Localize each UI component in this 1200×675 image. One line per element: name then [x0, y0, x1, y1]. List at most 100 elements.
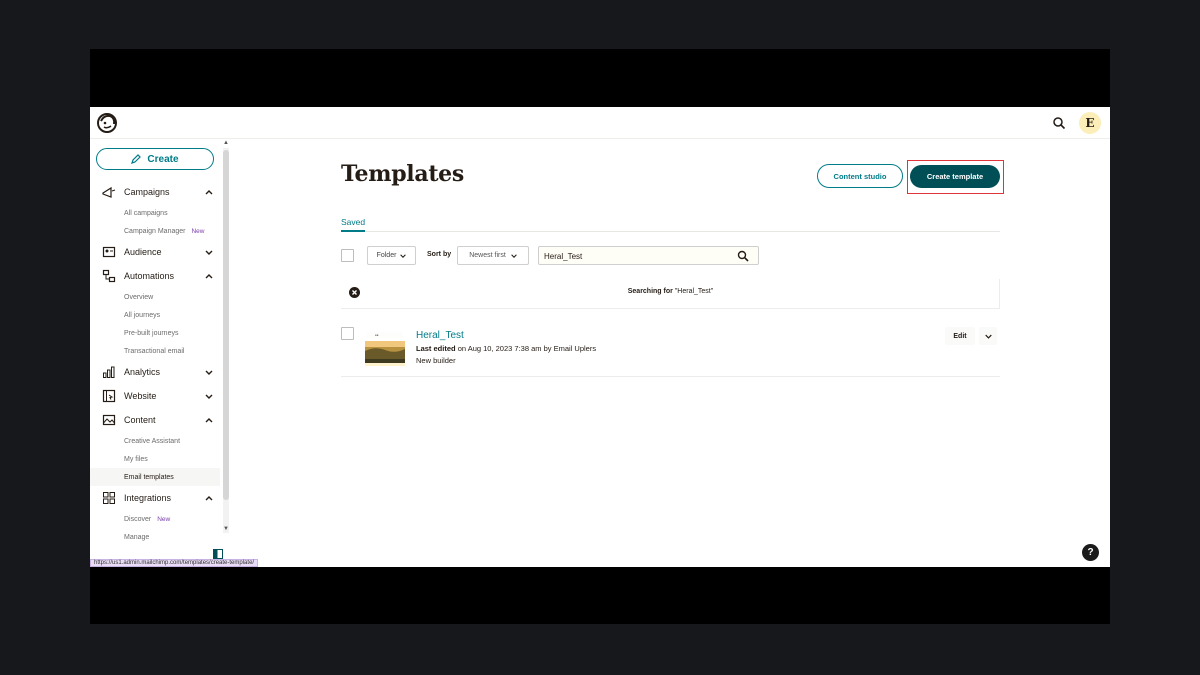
- new-badge: New: [191, 227, 205, 235]
- last-edited-detail: on Aug 10, 2023 7:38 am by Email Uplers: [457, 344, 597, 353]
- create-button[interactable]: Create: [96, 148, 214, 170]
- edit-options-dropdown[interactable]: [979, 327, 997, 345]
- sidebar-subitem-all-campaigns[interactable]: All campaigns: [90, 204, 220, 222]
- help-button[interactable]: ?: [1082, 544, 1099, 561]
- page-title: Templates: [341, 161, 464, 187]
- tab-bar: Saved: [341, 215, 1000, 232]
- sidebar-subitem-label: Manage: [124, 533, 150, 541]
- template-search-input[interactable]: [544, 250, 724, 262]
- sidebar-nav: Campaigns All campaigns Campaign Manager…: [90, 180, 220, 546]
- sidebar-item-label: Integrations: [124, 493, 172, 503]
- mailchimp-logo-icon[interactable]: [96, 112, 118, 134]
- sidebar-item-label: Content: [124, 415, 156, 425]
- sidebar-subitem-label: All journeys: [124, 311, 161, 319]
- svg-text:●●: ●●: [375, 333, 379, 337]
- sidebar-item-label: Analytics: [124, 367, 161, 377]
- new-badge: New: [157, 515, 171, 523]
- analytics-icon: [103, 366, 115, 378]
- app-window: E Create Campaigns All campaigns Campaig…: [90, 107, 1110, 567]
- sidebar-item-label: Campaigns: [124, 187, 170, 197]
- search-icon[interactable]: [737, 250, 749, 262]
- template-toolbar: Folder Sort by Newest first: [341, 246, 1001, 266]
- chevron-up-icon: [205, 496, 213, 501]
- sidebar-subitem-label: Pre-built journeys: [124, 329, 179, 337]
- sidebar-item-website[interactable]: Website: [90, 384, 220, 408]
- template-row: ●● Heral_Test Last edited on Aug 10, 202…: [341, 320, 1000, 377]
- chevron-up-icon: [205, 274, 213, 279]
- sidebar-subitem-label: Email templates: [124, 473, 174, 481]
- audience-icon: [102, 246, 116, 258]
- chevron-up-icon: [205, 190, 213, 195]
- automations-icon: [102, 269, 116, 283]
- sidebar-subitem-my-files[interactable]: My files: [90, 450, 220, 468]
- sidebar-item-campaigns[interactable]: Campaigns: [90, 180, 220, 204]
- chevron-up-icon: [205, 418, 213, 423]
- chevron-down-icon: [984, 334, 992, 339]
- megaphone-icon: [102, 186, 116, 198]
- scroll-down-arrow-icon[interactable]: ▼: [223, 526, 229, 532]
- sidebar-subitem-label: All campaigns: [124, 209, 168, 217]
- folder-label: Folder: [376, 252, 397, 259]
- sidebar-subitem-overview[interactable]: Overview: [90, 288, 220, 306]
- searching-query: "Heral_Test": [674, 288, 714, 295]
- sidebar-subitem-label: Creative Assistant: [124, 437, 181, 445]
- sidebar-subitem-label: Transactional email: [124, 347, 185, 355]
- sidebar-item-integrations[interactable]: Integrations: [90, 486, 220, 510]
- chevron-down-icon: [205, 394, 213, 399]
- chevron-down-icon: [205, 370, 213, 375]
- chevron-down-icon: [400, 253, 407, 258]
- collapse-sidebar-icon[interactable]: [213, 549, 223, 559]
- pencil-icon: [131, 154, 142, 164]
- chevron-down-icon: [205, 250, 213, 255]
- select-all-checkbox[interactable]: [341, 249, 354, 262]
- sort-value: Newest first: [469, 252, 506, 259]
- template-name-link[interactable]: Heral_Test: [416, 330, 464, 341]
- sidebar-subitem-discover[interactable]: Discover New: [90, 510, 220, 528]
- scroll-up-arrow-icon[interactable]: ▲: [223, 140, 229, 146]
- sidebar-subitem-pre-built-journeys[interactable]: Pre-built journeys: [90, 324, 220, 342]
- search-icon[interactable]: [1052, 116, 1066, 130]
- tab-saved[interactable]: Saved: [341, 215, 366, 232]
- sort-by-label: Sort by: [427, 251, 452, 258]
- sidebar: Create Campaigns All campaigns Campaign …: [90, 140, 230, 560]
- sidebar-subitem-label: My files: [124, 455, 148, 463]
- sidebar-subitem-label: Overview: [124, 293, 154, 301]
- sidebar-item-label: Website: [124, 391, 157, 401]
- avatar[interactable]: E: [1079, 112, 1101, 134]
- create-template-button[interactable]: Create template: [910, 165, 1000, 188]
- sidebar-item-content[interactable]: Content: [90, 408, 220, 432]
- folder-dropdown[interactable]: Folder: [367, 246, 416, 265]
- sidebar-subitem-label: Campaign Manager: [124, 227, 186, 235]
- sidebar-item-automations[interactable]: Automations: [90, 264, 220, 288]
- sidebar-item-audience[interactable]: Audience: [90, 240, 220, 264]
- searching-for-text: Searching for "Heral_Test": [341, 288, 1000, 295]
- sort-select[interactable]: Newest first: [457, 246, 529, 265]
- sidebar-subitem-manage[interactable]: Manage: [90, 528, 220, 546]
- sidebar-subitem-creative-assistant[interactable]: Creative Assistant: [90, 432, 220, 450]
- sidebar-item-label: Audience: [124, 247, 162, 257]
- template-row-checkbox[interactable]: [341, 327, 354, 340]
- website-icon: [102, 389, 116, 403]
- sidebar-item-label: Automations: [124, 271, 175, 281]
- search-results-notice: Searching for "Heral_Test": [341, 279, 1000, 309]
- sidebar-scrollbar-thumb[interactable]: [223, 150, 229, 500]
- last-edited-label: Last edited: [416, 344, 456, 353]
- template-builder-type: New builder: [416, 356, 456, 365]
- template-last-edited: Last edited on Aug 10, 2023 7:38 am by E…: [416, 344, 596, 353]
- top-bar: E: [90, 107, 1110, 139]
- sidebar-item-analytics[interactable]: Analytics: [90, 360, 220, 384]
- sidebar-subitem-campaign-manager[interactable]: Campaign Manager New: [90, 222, 220, 240]
- sidebar-subitem-email-templates[interactable]: Email templates: [90, 468, 220, 486]
- create-button-label: Create: [147, 153, 179, 165]
- searching-prefix: Searching for: [627, 288, 673, 295]
- sidebar-subitem-label: Discover: [124, 515, 152, 523]
- content-studio-button[interactable]: Content studio: [817, 164, 903, 188]
- content-icon: [102, 414, 116, 426]
- template-thumbnail[interactable]: ●●: [365, 331, 405, 366]
- status-bar-url: https://us1.admin.mailchimp.com/template…: [90, 559, 259, 567]
- integrations-icon: [103, 492, 115, 504]
- edit-button[interactable]: Edit: [945, 327, 975, 345]
- sidebar-subitem-all-journeys[interactable]: All journeys: [90, 306, 220, 324]
- chevron-down-icon: [510, 253, 517, 258]
- sidebar-subitem-transactional-email[interactable]: Transactional email: [90, 342, 220, 360]
